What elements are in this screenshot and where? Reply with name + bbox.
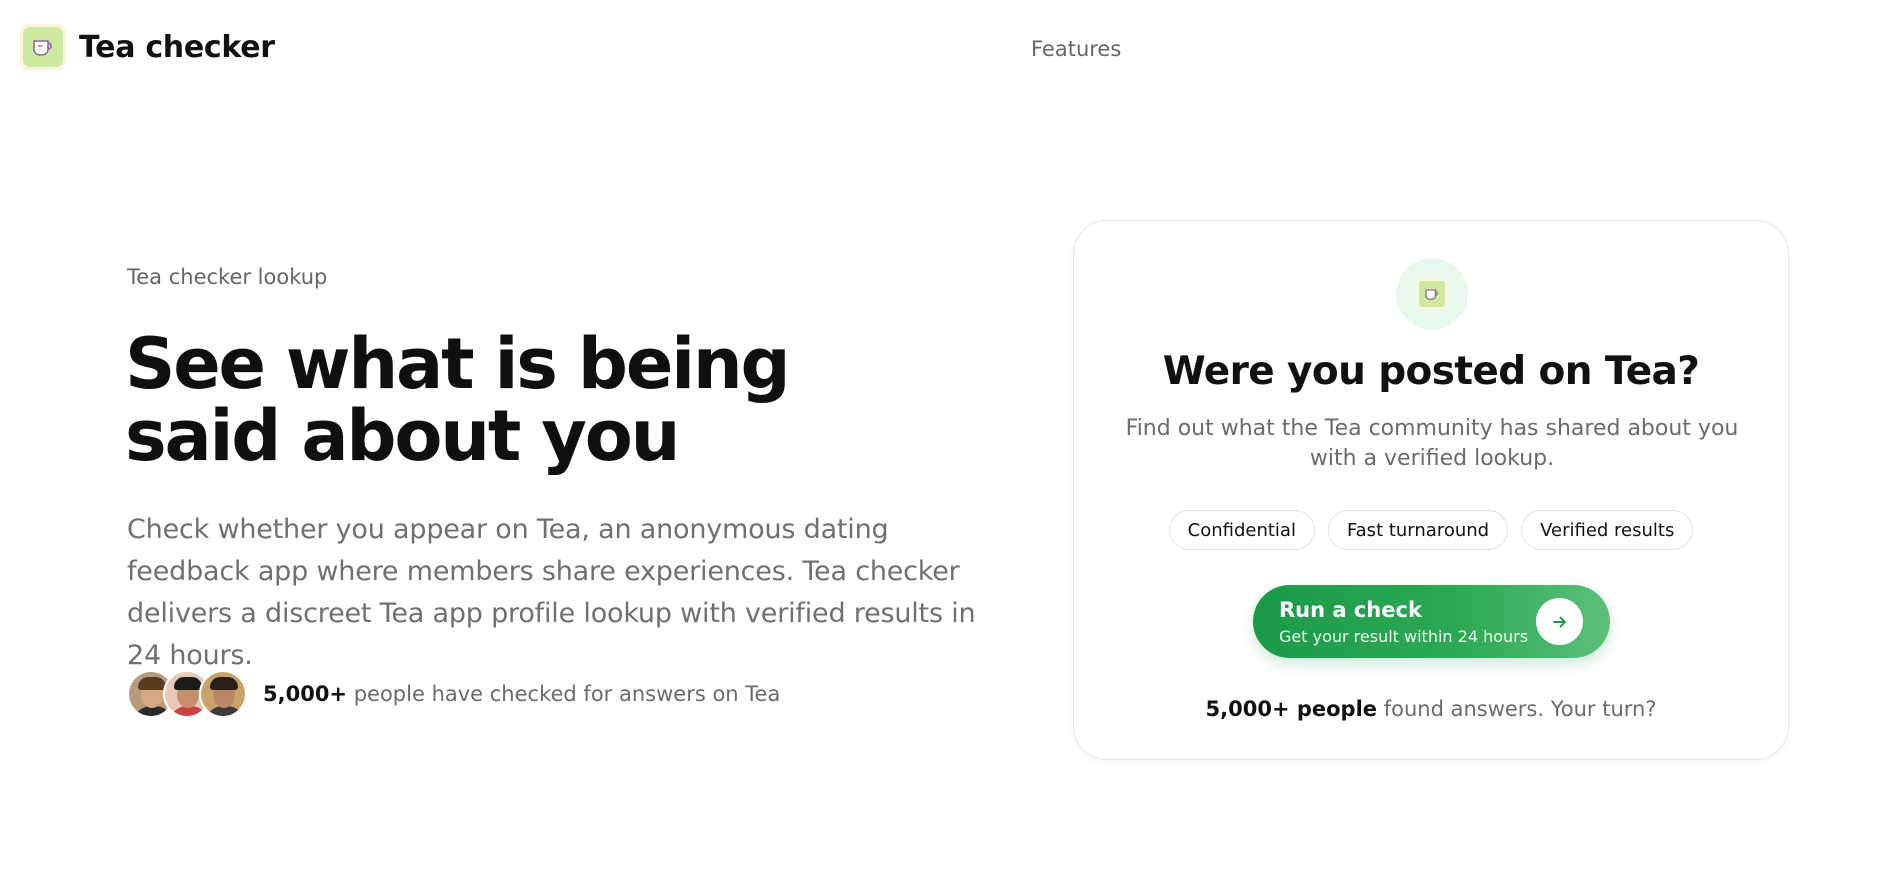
teacup-icon [23, 27, 63, 67]
brand-name: Tea checker [79, 29, 275, 65]
social-proof-text: 5,000+ people have checked for answers o… [263, 682, 780, 706]
run-check-button[interactable]: Run a check Get your result within 24 ho… [1253, 585, 1610, 658]
hero-eyebrow: Tea checker lookup [127, 265, 328, 289]
hero-title-line2: said about you [125, 395, 788, 482]
card-footer-bold: 5,000+ people [1205, 697, 1378, 721]
logo-tile [20, 24, 66, 70]
avatar-stack [127, 670, 247, 718]
social-proof-label: people have checked for answers on Tea [347, 682, 781, 706]
arrow-right-icon [1536, 598, 1583, 645]
feature-chips: Confidential Fast turnaround Verified re… [1074, 510, 1788, 550]
card-footer-text: 5,000+ people found answers. Your turn? [1074, 697, 1788, 721]
chip-verified-results: Verified results [1521, 510, 1694, 550]
cta-label: Run a check [1279, 598, 1422, 622]
social-proof: 5,000+ people have checked for answers o… [127, 670, 780, 718]
social-count: 5,000+ [263, 682, 348, 706]
lookup-card: Were you posted on Tea? Find out what th… [1073, 220, 1789, 760]
hero-title-line1: See what is being [125, 323, 791, 405]
nav-features-link[interactable]: Features [1031, 37, 1121, 61]
card-title: Were you posted on Tea? [1162, 349, 1700, 394]
brand-logo-link[interactable]: Tea checker [20, 24, 275, 70]
card-subtitle: Find out what the Tea community has shar… [1125, 416, 1739, 471]
avatar [199, 670, 247, 718]
card-footer-label: found answers. Your turn? [1377, 697, 1657, 721]
card-icon-circle [1396, 258, 1468, 330]
chip-fast-turnaround: Fast turnaround [1327, 510, 1509, 550]
hero-title-prefix: said [125, 395, 302, 477]
hero-description: Check whether you appear on Tea, an anon… [127, 514, 976, 671]
hero-title-highlight: about you [301, 395, 680, 482]
teacup-icon [1417, 279, 1447, 309]
hero-title: See what is being said about you [125, 323, 791, 482]
cta-sublabel: Get your result within 24 hours [1279, 627, 1529, 646]
chip-confidential: Confidential [1168, 510, 1315, 550]
site-header: Tea checker Features [0, 0, 1885, 96]
